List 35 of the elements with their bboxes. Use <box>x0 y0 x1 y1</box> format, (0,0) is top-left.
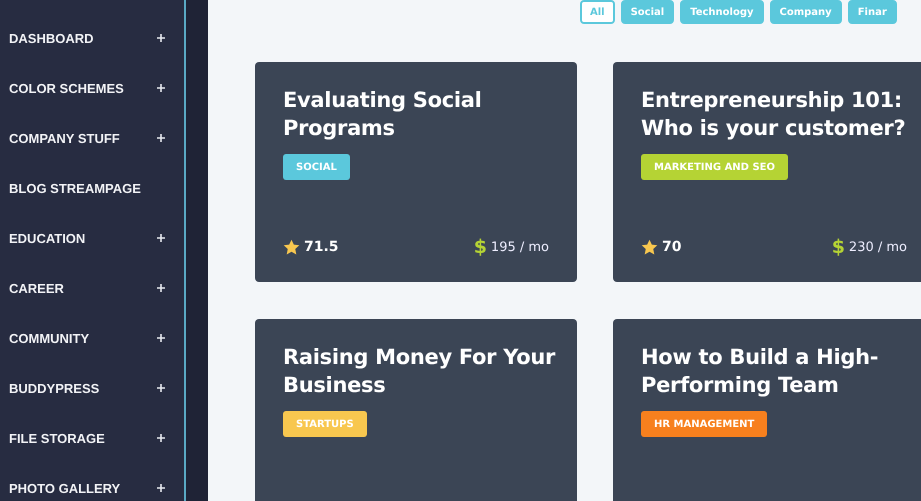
rating-value: 71.5 <box>304 239 339 255</box>
course-card[interactable]: Entrepreneurship 101: Who is your customer? MARKETING AND SEO 70 $ 230 / mo <box>613 62 921 282</box>
plus-icon[interactable] <box>156 283 166 293</box>
plus-icon[interactable] <box>156 133 166 143</box>
sidebar-item[interactable]: BUDDYPRESS <box>0 363 184 413</box>
currency-sign: $ <box>832 236 845 258</box>
rating-value: 70 <box>662 239 682 255</box>
star-icon <box>641 238 658 256</box>
card-title: Evaluating Social Programs <box>283 87 483 142</box>
currency-sign: $ <box>474 236 487 258</box>
star-icon <box>283 238 300 256</box>
plus-icon[interactable] <box>156 83 166 93</box>
sidebar-item[interactable]: DASHBOARD <box>0 13 184 63</box>
course-card[interactable]: Evaluating Social Programs SOCIAL 71.5 $ 195 / mo <box>255 62 577 282</box>
sidebar-item[interactable]: CAREER <box>0 263 184 313</box>
plus-icon[interactable] <box>156 433 166 443</box>
sidebar-item[interactable]: EDUCATION <box>0 213 184 263</box>
plus-icon[interactable] <box>156 383 166 393</box>
sidebar-item[interactable]: FILE STORAGE <box>0 413 184 463</box>
sidebar-item[interactable]: BLOG STREAMPAGE <box>0 163 184 213</box>
course-card[interactable]: How to Build a High-Performing Team HR MANAGEMENT <box>613 319 921 501</box>
plus-icon[interactable] <box>156 33 166 43</box>
price-text: 195 / mo <box>490 240 549 254</box>
plus-icon[interactable] <box>156 333 166 343</box>
sidebar-item[interactable]: PHOTO GALLERY <box>0 463 184 501</box>
card-title: Entrepreneurship 101: Who is your customer? <box>641 87 906 142</box>
card-title: How to Build a High-Performing Team <box>641 344 880 399</box>
card-title: Raising Money For Your Business <box>283 344 556 399</box>
plus-icon[interactable] <box>156 233 166 243</box>
sidebar-item[interactable]: COLOR SCHEMES <box>0 63 184 113</box>
price-text: 230 / mo <box>848 240 907 254</box>
course-card[interactable]: Raising Money For Your Business STARTUPS <box>255 319 577 501</box>
plus-icon[interactable] <box>156 483 166 493</box>
sidebar-item[interactable]: COMPANY STUFF <box>0 113 184 163</box>
sidebar-item[interactable]: COMMUNITY <box>0 313 184 363</box>
